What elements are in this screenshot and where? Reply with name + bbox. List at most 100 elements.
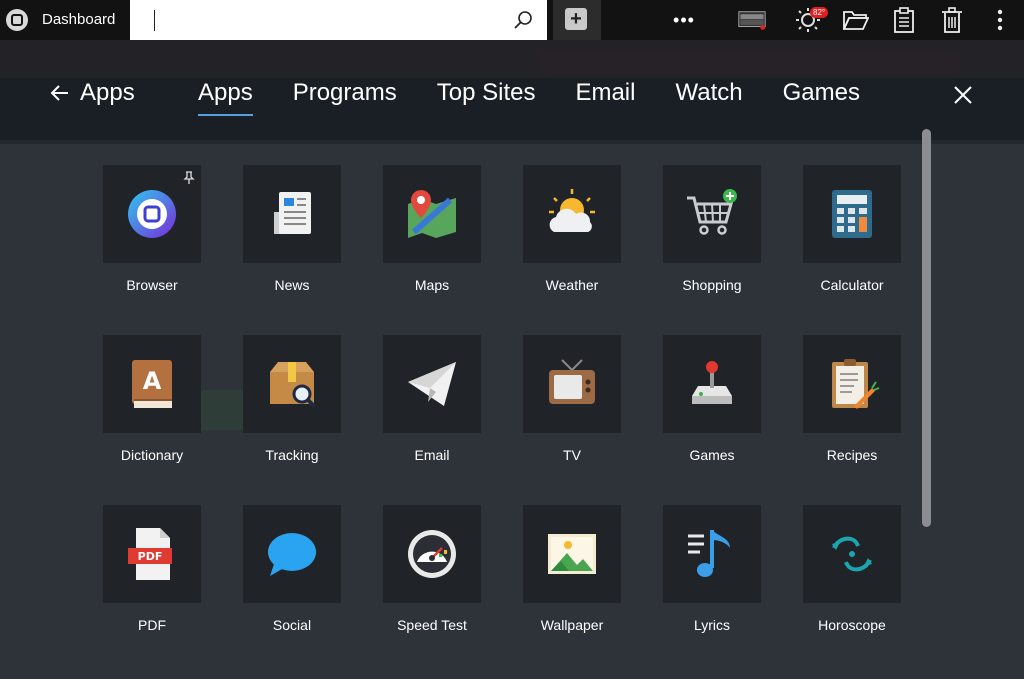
folder-open-icon[interactable]: [842, 6, 870, 34]
app-tile-maps[interactable]: Maps: [383, 165, 481, 293]
app-tile-wallpaper[interactable]: Wallpaper: [523, 505, 621, 633]
game-app-icon[interactable]: [738, 6, 766, 34]
app-tile-icon-box[interactable]: [243, 505, 341, 603]
app-label: Browser: [126, 277, 178, 293]
app-label: Games: [689, 447, 735, 463]
app-tile-browser[interactable]: Browser: [103, 165, 201, 293]
new-tab-area: +: [553, 0, 601, 40]
app-label: Maps: [414, 277, 450, 293]
app-tile-icon-box[interactable]: A: [103, 335, 201, 433]
recipe-clipboard-icon: [832, 359, 880, 409]
top-bar: Dashboard + ••• 82°: [0, 0, 1024, 40]
app-label: Social: [272, 617, 312, 633]
app-label: Lyrics: [693, 617, 731, 633]
tv-icon: [549, 359, 595, 404]
app-label: TV: [563, 447, 581, 463]
app-label: Calculator: [820, 277, 884, 293]
app-tile-icon-box[interactable]: [383, 165, 481, 263]
text-cursor: [154, 10, 155, 31]
category-tabs: Apps Programs Top Sites Email Watch Game…: [198, 79, 900, 116]
weather-icon: [549, 189, 595, 232]
tab-watch[interactable]: Watch: [675, 79, 742, 116]
back-label: Apps: [80, 79, 135, 106]
more-options-icon[interactable]: •••: [670, 6, 698, 34]
app-tile-icon-box[interactable]: [523, 505, 621, 603]
app-tile-icon-box[interactable]: [383, 505, 481, 603]
notification-badge: 82°: [810, 7, 829, 18]
app-tile-icon-box[interactable]: [663, 335, 761, 433]
app-label: Wallpaper: [540, 617, 604, 633]
app-label: Tracking: [265, 447, 319, 463]
pin-icon[interactable]: [183, 171, 195, 185]
app-label: Speed Test: [397, 617, 467, 633]
scrollbar[interactable]: [922, 129, 931, 527]
calculator-icon: [832, 190, 872, 238]
app-grid: Browser News Maps Weather Shopping Calcu…: [103, 165, 903, 645]
new-tab-button[interactable]: +: [565, 8, 587, 30]
app-tile-recipes[interactable]: Recipes: [803, 335, 901, 463]
app-tile-icon-box[interactable]: [663, 505, 761, 603]
app-label: Email: [414, 447, 450, 463]
app-tile-icon-box[interactable]: [523, 165, 621, 263]
picture-icon: [548, 534, 596, 574]
news-icon: [274, 192, 311, 234]
app-tile-icon-box[interactable]: [103, 165, 201, 263]
close-icon[interactable]: [952, 84, 974, 106]
app-tile-shopping[interactable]: Shopping: [663, 165, 761, 293]
trash-icon[interactable]: [938, 6, 966, 34]
app-label: Weather: [545, 277, 599, 293]
app-tile-dictionary[interactable]: A Dictionary: [103, 335, 201, 463]
tab-programs[interactable]: Programs: [293, 79, 397, 116]
paper-plane-icon: [408, 362, 456, 406]
maps-icon: [408, 190, 456, 238]
app-tile-icon-box[interactable]: PDF: [103, 505, 201, 603]
app-label: PDF: [138, 617, 166, 633]
dashboard-title[interactable]: Dashboard: [42, 11, 115, 28]
app-tile-lyrics[interactable]: Lyrics: [663, 505, 761, 633]
app-tile-news[interactable]: News: [243, 165, 341, 293]
svg-text:PDF: PDF: [138, 550, 163, 563]
app-label: Recipes: [826, 447, 878, 463]
home-icon[interactable]: [6, 9, 28, 31]
app-tile-horoscope[interactable]: Horoscope: [803, 505, 901, 633]
app-tile-icon-box[interactable]: [243, 335, 341, 433]
speedometer-icon: [408, 530, 456, 578]
app-tile-icon-box[interactable]: [243, 165, 341, 263]
app-tile-icon-box[interactable]: [663, 165, 761, 263]
menu-vertical-icon[interactable]: [986, 6, 1014, 34]
app-label: News: [274, 277, 310, 293]
search-input[interactable]: [130, 0, 547, 40]
back-button[interactable]: Apps: [50, 79, 135, 107]
tab-apps[interactable]: Apps: [198, 79, 253, 116]
chat-bubble-icon: [268, 533, 316, 576]
app-tile-social[interactable]: Social: [243, 505, 341, 633]
back-arrow-icon: [50, 85, 68, 101]
app-tile-icon-box[interactable]: [803, 335, 901, 433]
app-tile-speed-test[interactable]: Speed Test: [383, 505, 481, 633]
app-label: Dictionary: [120, 447, 184, 463]
app-tile-games[interactable]: Games: [663, 335, 761, 463]
app-tile-pdf[interactable]: PDF PDF: [103, 505, 201, 633]
joystick-icon: [692, 361, 732, 404]
app-tile-email[interactable]: Email: [383, 335, 481, 463]
app-tile-icon-box[interactable]: [803, 165, 901, 263]
app-tile-icon-box[interactable]: [803, 505, 901, 603]
music-note-icon: [688, 530, 730, 577]
app-tile-icon-box[interactable]: [383, 335, 481, 433]
tab-email[interactable]: Email: [575, 79, 635, 116]
pdf-icon: PDF: [128, 528, 172, 580]
shopping-cart-icon: [687, 189, 737, 235]
app-tile-weather[interactable]: Weather: [523, 165, 621, 293]
pisces-icon: [832, 536, 872, 572]
app-tile-tv[interactable]: TV: [523, 335, 621, 463]
app-tile-tracking[interactable]: Tracking: [243, 335, 341, 463]
clipboard-icon[interactable]: [890, 6, 918, 34]
app-tile-icon-box[interactable]: [523, 335, 621, 433]
package-tracking-icon: [270, 362, 316, 408]
svg-text:A: A: [143, 367, 162, 395]
tab-games[interactable]: Games: [783, 79, 860, 116]
tab-top-sites[interactable]: Top Sites: [437, 79, 536, 116]
search-icon[interactable]: [513, 10, 533, 30]
app-label: Shopping: [682, 277, 742, 293]
app-tile-calculator[interactable]: Calculator: [803, 165, 901, 293]
